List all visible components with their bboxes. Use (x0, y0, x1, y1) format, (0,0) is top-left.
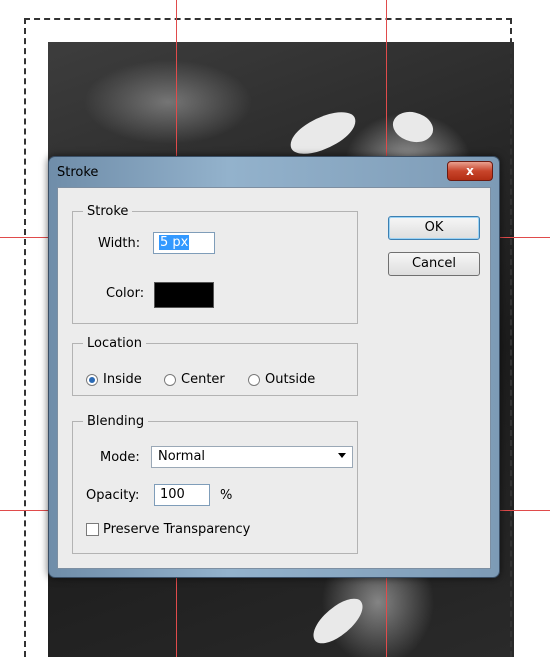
ok-button-label: OK (424, 220, 444, 235)
stroke-group-legend: Stroke (87, 204, 129, 219)
width-label: Width: (98, 236, 141, 251)
dialog-titlebar[interactable]: Stroke x (49, 157, 499, 189)
blending-group-legend: Blending (87, 414, 145, 429)
radio-center-label: Center (181, 372, 225, 387)
chevron-down-icon (338, 453, 346, 458)
dialog-body: Stroke Width: 5 px Color: Location Insid… (57, 187, 491, 569)
opacity-value: 100 (160, 487, 185, 502)
cancel-button-label: Cancel (411, 256, 457, 271)
mode-value: Normal (158, 449, 206, 464)
radio-inside-label: Inside (103, 372, 142, 387)
radio-outside-dot[interactable] (248, 373, 260, 386)
radio-outside[interactable]: Outside (248, 372, 315, 387)
width-value: 5 px (159, 235, 190, 250)
location-group: Location (72, 336, 358, 396)
opacity-unit: % (220, 488, 233, 503)
preserve-transparency-label: Preserve Transparency (103, 522, 251, 537)
close-icon: x (466, 164, 474, 178)
dialog-title: Stroke (57, 165, 99, 180)
opacity-label: Opacity: (86, 488, 140, 503)
preserve-transparency-checkbox[interactable]: Preserve Transparency (86, 522, 250, 537)
stroke-group: Stroke (72, 204, 358, 324)
radio-center[interactable]: Center (164, 372, 225, 387)
mode-select[interactable]: Normal (151, 446, 353, 468)
close-button[interactable]: x (447, 161, 493, 181)
mode-label: Mode: (100, 450, 140, 465)
radio-inside-dot[interactable] (86, 373, 98, 386)
radio-outside-label: Outside (265, 372, 316, 387)
color-label: Color: (106, 286, 145, 301)
width-input[interactable]: 5 px (153, 232, 215, 254)
radio-inside[interactable]: Inside (86, 372, 142, 387)
cancel-button[interactable]: Cancel (388, 252, 480, 276)
location-group-legend: Location (87, 336, 142, 351)
opacity-input[interactable]: 100 (154, 484, 210, 506)
radio-center-dot[interactable] (164, 373, 176, 386)
stroke-dialog: Stroke x Stroke Width: 5 px Color: Locat… (48, 156, 500, 578)
ok-button[interactable]: OK (388, 216, 480, 240)
checkbox-box[interactable] (86, 523, 99, 536)
color-swatch[interactable] (154, 282, 214, 308)
